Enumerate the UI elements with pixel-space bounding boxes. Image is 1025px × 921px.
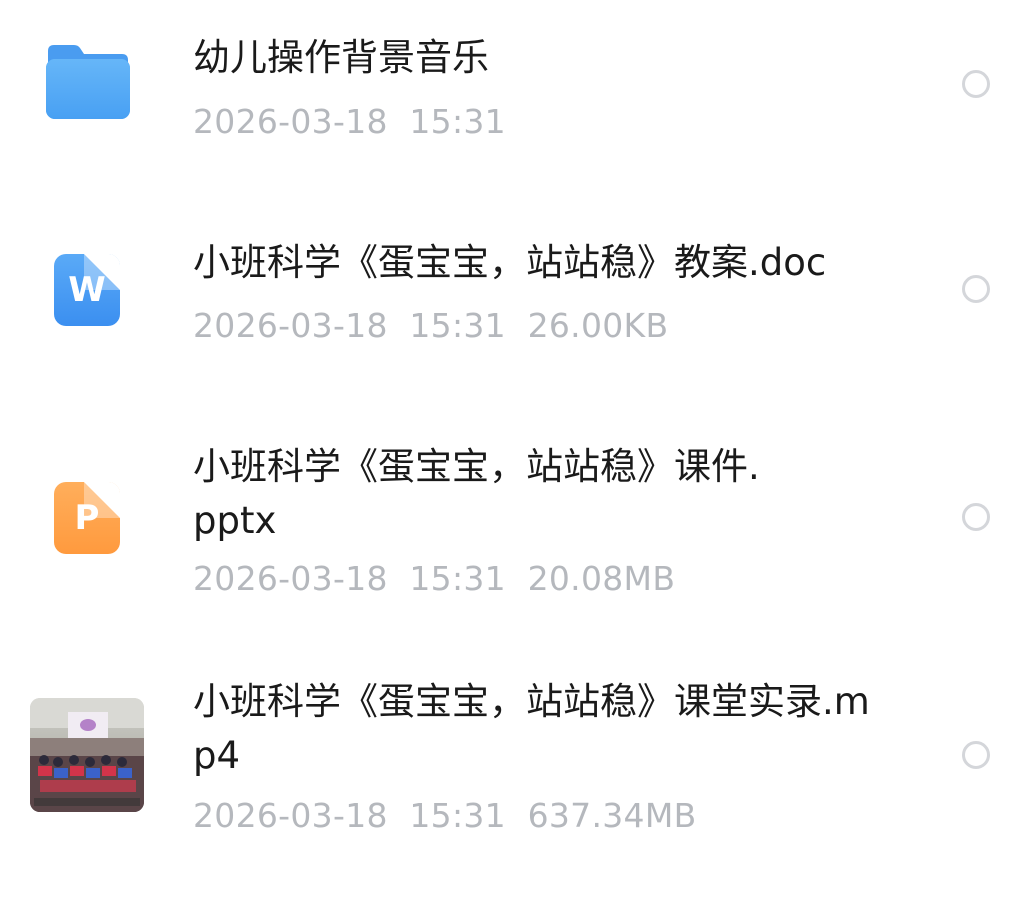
file-name: 小班科学《蛋宝宝，站站稳》课件.pptx bbox=[193, 445, 760, 542]
file-name: 小班科学《蛋宝宝，站站稳》课堂实录.mp4 bbox=[193, 680, 870, 777]
select-radio[interactable] bbox=[962, 503, 990, 531]
file-date: 2026-03-18 bbox=[193, 102, 388, 141]
file-time: 15:31 bbox=[409, 102, 506, 141]
list-item[interactable]: 幼儿操作背景音乐 2026-03-18 15:31 bbox=[0, 0, 1025, 180]
file-name: 小班科学《蛋宝宝，站站稳》教案.doc bbox=[193, 241, 827, 284]
file-meta: 2026-03-18 15:31 20.08MB bbox=[193, 559, 675, 599]
file-time: 15:31 bbox=[409, 559, 506, 598]
select-radio[interactable] bbox=[962, 70, 990, 98]
file-meta: 2026-03-18 15:31 637.34MB bbox=[193, 796, 697, 836]
file-time: 15:31 bbox=[409, 796, 506, 835]
video-thumbnail bbox=[30, 698, 144, 812]
word-doc-icon: W bbox=[54, 254, 120, 326]
file-meta: 2026-03-18 15:31 bbox=[193, 102, 506, 142]
folder-icon bbox=[46, 45, 130, 119]
select-radio[interactable] bbox=[962, 741, 990, 769]
file-date: 2026-03-18 bbox=[193, 559, 388, 598]
file-name: 幼儿操作背景音乐 bbox=[193, 36, 489, 79]
select-radio[interactable] bbox=[962, 275, 990, 303]
file-size: 637.34MB bbox=[527, 796, 697, 835]
file-size: 26.00KB bbox=[527, 306, 669, 345]
file-time: 15:31 bbox=[409, 306, 506, 345]
file-date: 2026-03-18 bbox=[193, 306, 388, 345]
list-item[interactable]: P 小班科学《蛋宝宝，站站稳》课件.pptx 2026-03-18 15:31 … bbox=[0, 420, 1025, 620]
list-item[interactable]: W 小班科学《蛋宝宝，站站稳》教案.doc 2026-03-18 15:31 2… bbox=[0, 200, 1025, 380]
file-list: 幼儿操作背景音乐 2026-03-18 15:31 W 小班科学《蛋宝宝，站站稳… bbox=[0, 0, 1025, 921]
file-meta: 2026-03-18 15:31 26.00KB bbox=[193, 306, 668, 346]
ppt-icon: P bbox=[54, 482, 120, 554]
file-size: 20.08MB bbox=[527, 559, 676, 598]
file-date: 2026-03-18 bbox=[193, 796, 388, 835]
